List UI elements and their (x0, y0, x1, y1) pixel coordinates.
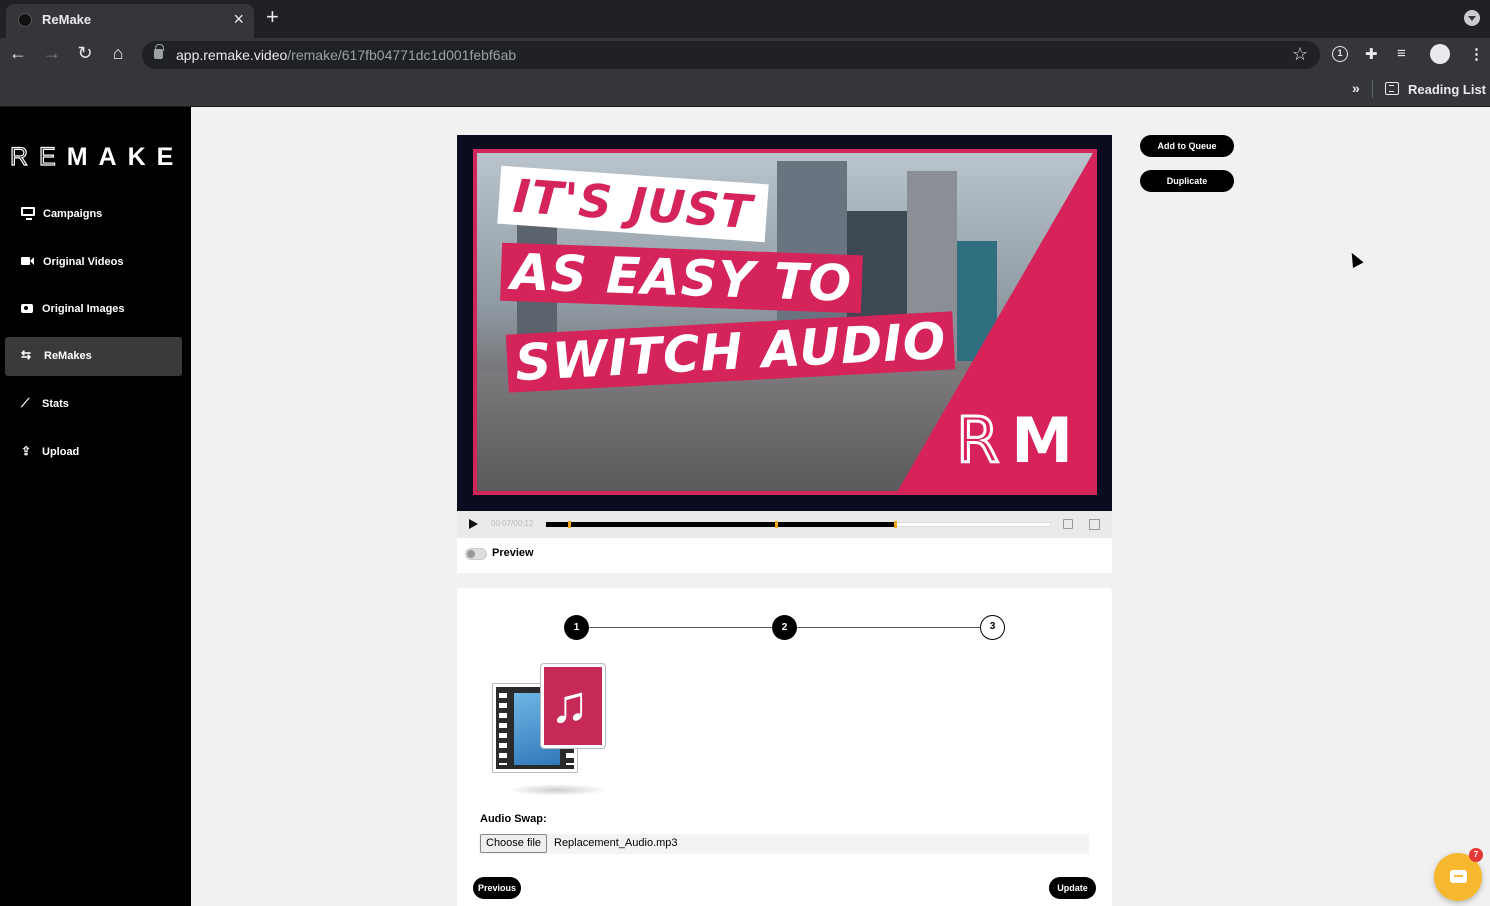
reading-list-icon[interactable] (1385, 82, 1399, 95)
rm-logo: RM (955, 403, 1073, 479)
sidebar-item-original-videos[interactable]: Original Videos (5, 243, 182, 282)
browser-tab-bar: ReMake × + (0, 0, 1490, 38)
sidebar-item-label: Stats (42, 398, 69, 410)
reload-icon[interactable]: ↻ (73, 43, 97, 64)
chat-unread-badge: 7 (1469, 848, 1483, 862)
remake-logo[interactable]: REMAKE (9, 142, 184, 172)
step-1[interactable]: 1 (564, 615, 589, 640)
sidebar-item-label: Campaigns (43, 208, 103, 220)
sidebar-item-stats[interactable]: ⟋ Stats (5, 385, 182, 424)
sidebar-item-label: ReMakes (44, 350, 92, 362)
repeat-icon: ⇆ (21, 348, 32, 362)
camera-icon (21, 304, 33, 313)
sidebar: REMAKE Campaigns Original Videos Origina… (0, 107, 191, 906)
favicon-icon (18, 13, 32, 27)
audio-swap-label: Audio Swap: (480, 813, 547, 825)
tab-search-icon[interactable] (1464, 10, 1480, 26)
fullscreen-icon[interactable] (1089, 519, 1100, 530)
selected-file-name: Replacement_Audio.mp3 (554, 837, 678, 849)
profile-avatar-icon[interactable] (1430, 44, 1450, 64)
media-control-icon[interactable]: ≡ (1397, 45, 1406, 62)
step-connector (796, 627, 980, 628)
back-icon[interactable]: ← (6, 43, 30, 64)
clip-marker[interactable] (775, 521, 779, 528)
sidebar-item-label: Upload (42, 446, 80, 458)
step-2[interactable]: 2 (772, 615, 797, 640)
clip-marker[interactable] (567, 521, 571, 528)
video-time: 00:07/00:12 (491, 519, 534, 528)
line-chart-icon: ⟋ (21, 396, 30, 410)
address-bar[interactable]: app.remake.video/remake/617fb04771dc1d00… (142, 41, 1320, 69)
icon-shadow (507, 784, 607, 796)
chat-widget-button[interactable]: 7 (1434, 848, 1483, 901)
film-holes (499, 693, 507, 765)
browser-tab[interactable]: ReMake × (6, 4, 254, 38)
step-3[interactable]: 3 (980, 615, 1005, 640)
step-connector (588, 627, 772, 628)
volume-icon[interactable] (1063, 519, 1073, 529)
chat-bubble-icon (1450, 870, 1467, 883)
clip-marker[interactable] (894, 521, 898, 528)
video-progress-bar[interactable] (545, 521, 1051, 528)
extensions-puzzle-icon[interactable]: ✚ (1365, 45, 1378, 63)
more-bookmarks-icon[interactable]: » (1352, 80, 1360, 96)
music-note-glyph: ♫ (550, 676, 589, 734)
tab-title: ReMake (42, 12, 92, 27)
video-audio-icon: ♫ (489, 664, 614, 804)
bookmarks-bar: » Reading List (0, 72, 1490, 107)
sidebar-item-label: Original Videos (43, 256, 124, 268)
password-extension-icon[interactable]: 1 (1332, 46, 1348, 62)
home-icon[interactable]: ⌂ (106, 43, 130, 64)
video-controls: 00:07/00:12 (457, 511, 1112, 538)
preview-toggle[interactable] (465, 548, 487, 560)
duplicate-button[interactable]: Duplicate (1140, 170, 1234, 192)
sidebar-item-campaigns[interactable]: Campaigns (5, 195, 182, 234)
preview-label: Preview (492, 547, 534, 559)
previous-button[interactable]: Previous (473, 877, 521, 899)
forward-icon[interactable]: → (40, 43, 64, 64)
sidebar-item-upload[interactable]: ⇪ Upload (5, 433, 182, 472)
sidebar-item-label: Original Images (42, 303, 125, 315)
choose-file-button[interactable]: Choose file (480, 834, 548, 853)
music-note-icon: ♫ (541, 664, 605, 748)
lock-icon (154, 44, 164, 59)
audio-file-input[interactable]: Choose file Replacement_Audio.mp3 (479, 834, 1089, 854)
monitor-icon (21, 207, 35, 220)
main-content: IT'S JUST AS EASY TO SWITCH AUDIO RM 00:… (191, 107, 1490, 906)
video-player-card: IT'S JUST AS EASY TO SWITCH AUDIO RM 00:… (457, 135, 1112, 573)
video-frame: IT'S JUST AS EASY TO SWITCH AUDIO RM (473, 149, 1097, 495)
update-button[interactable]: Update (1049, 877, 1096, 899)
browser-toolbar: ← → ↻ ⌂ app.remake.video/remake/617fb047… (0, 38, 1490, 72)
step-wizard-card: 1 2 3 ♫ Audio Swap: Choose file Replacem… (457, 588, 1112, 906)
close-tab-icon[interactable]: × (233, 9, 244, 30)
new-tab-icon[interactable]: + (266, 4, 279, 30)
video-player[interactable]: IT'S JUST AS EASY TO SWITCH AUDIO RM (457, 135, 1112, 511)
sidebar-item-remakes[interactable]: ⇆ ReMakes (5, 337, 182, 376)
browser-menu-icon[interactable]: ⋮ (1469, 45, 1484, 63)
video-camera-icon (21, 257, 34, 265)
url-text: app.remake.video/remake/617fb04771dc1d00… (176, 47, 517, 63)
reading-list-button[interactable]: Reading List (1408, 82, 1486, 97)
play-icon[interactable] (469, 519, 478, 529)
bookmark-star-icon[interactable]: ☆ (1292, 44, 1308, 65)
bookmarks-divider (1372, 80, 1373, 98)
upload-icon: ⇪ (21, 444, 32, 458)
add-to-queue-button[interactable]: Add to Queue (1140, 135, 1234, 157)
sidebar-item-original-images[interactable]: Original Images (5, 290, 182, 329)
video-progress-fill (546, 522, 896, 527)
